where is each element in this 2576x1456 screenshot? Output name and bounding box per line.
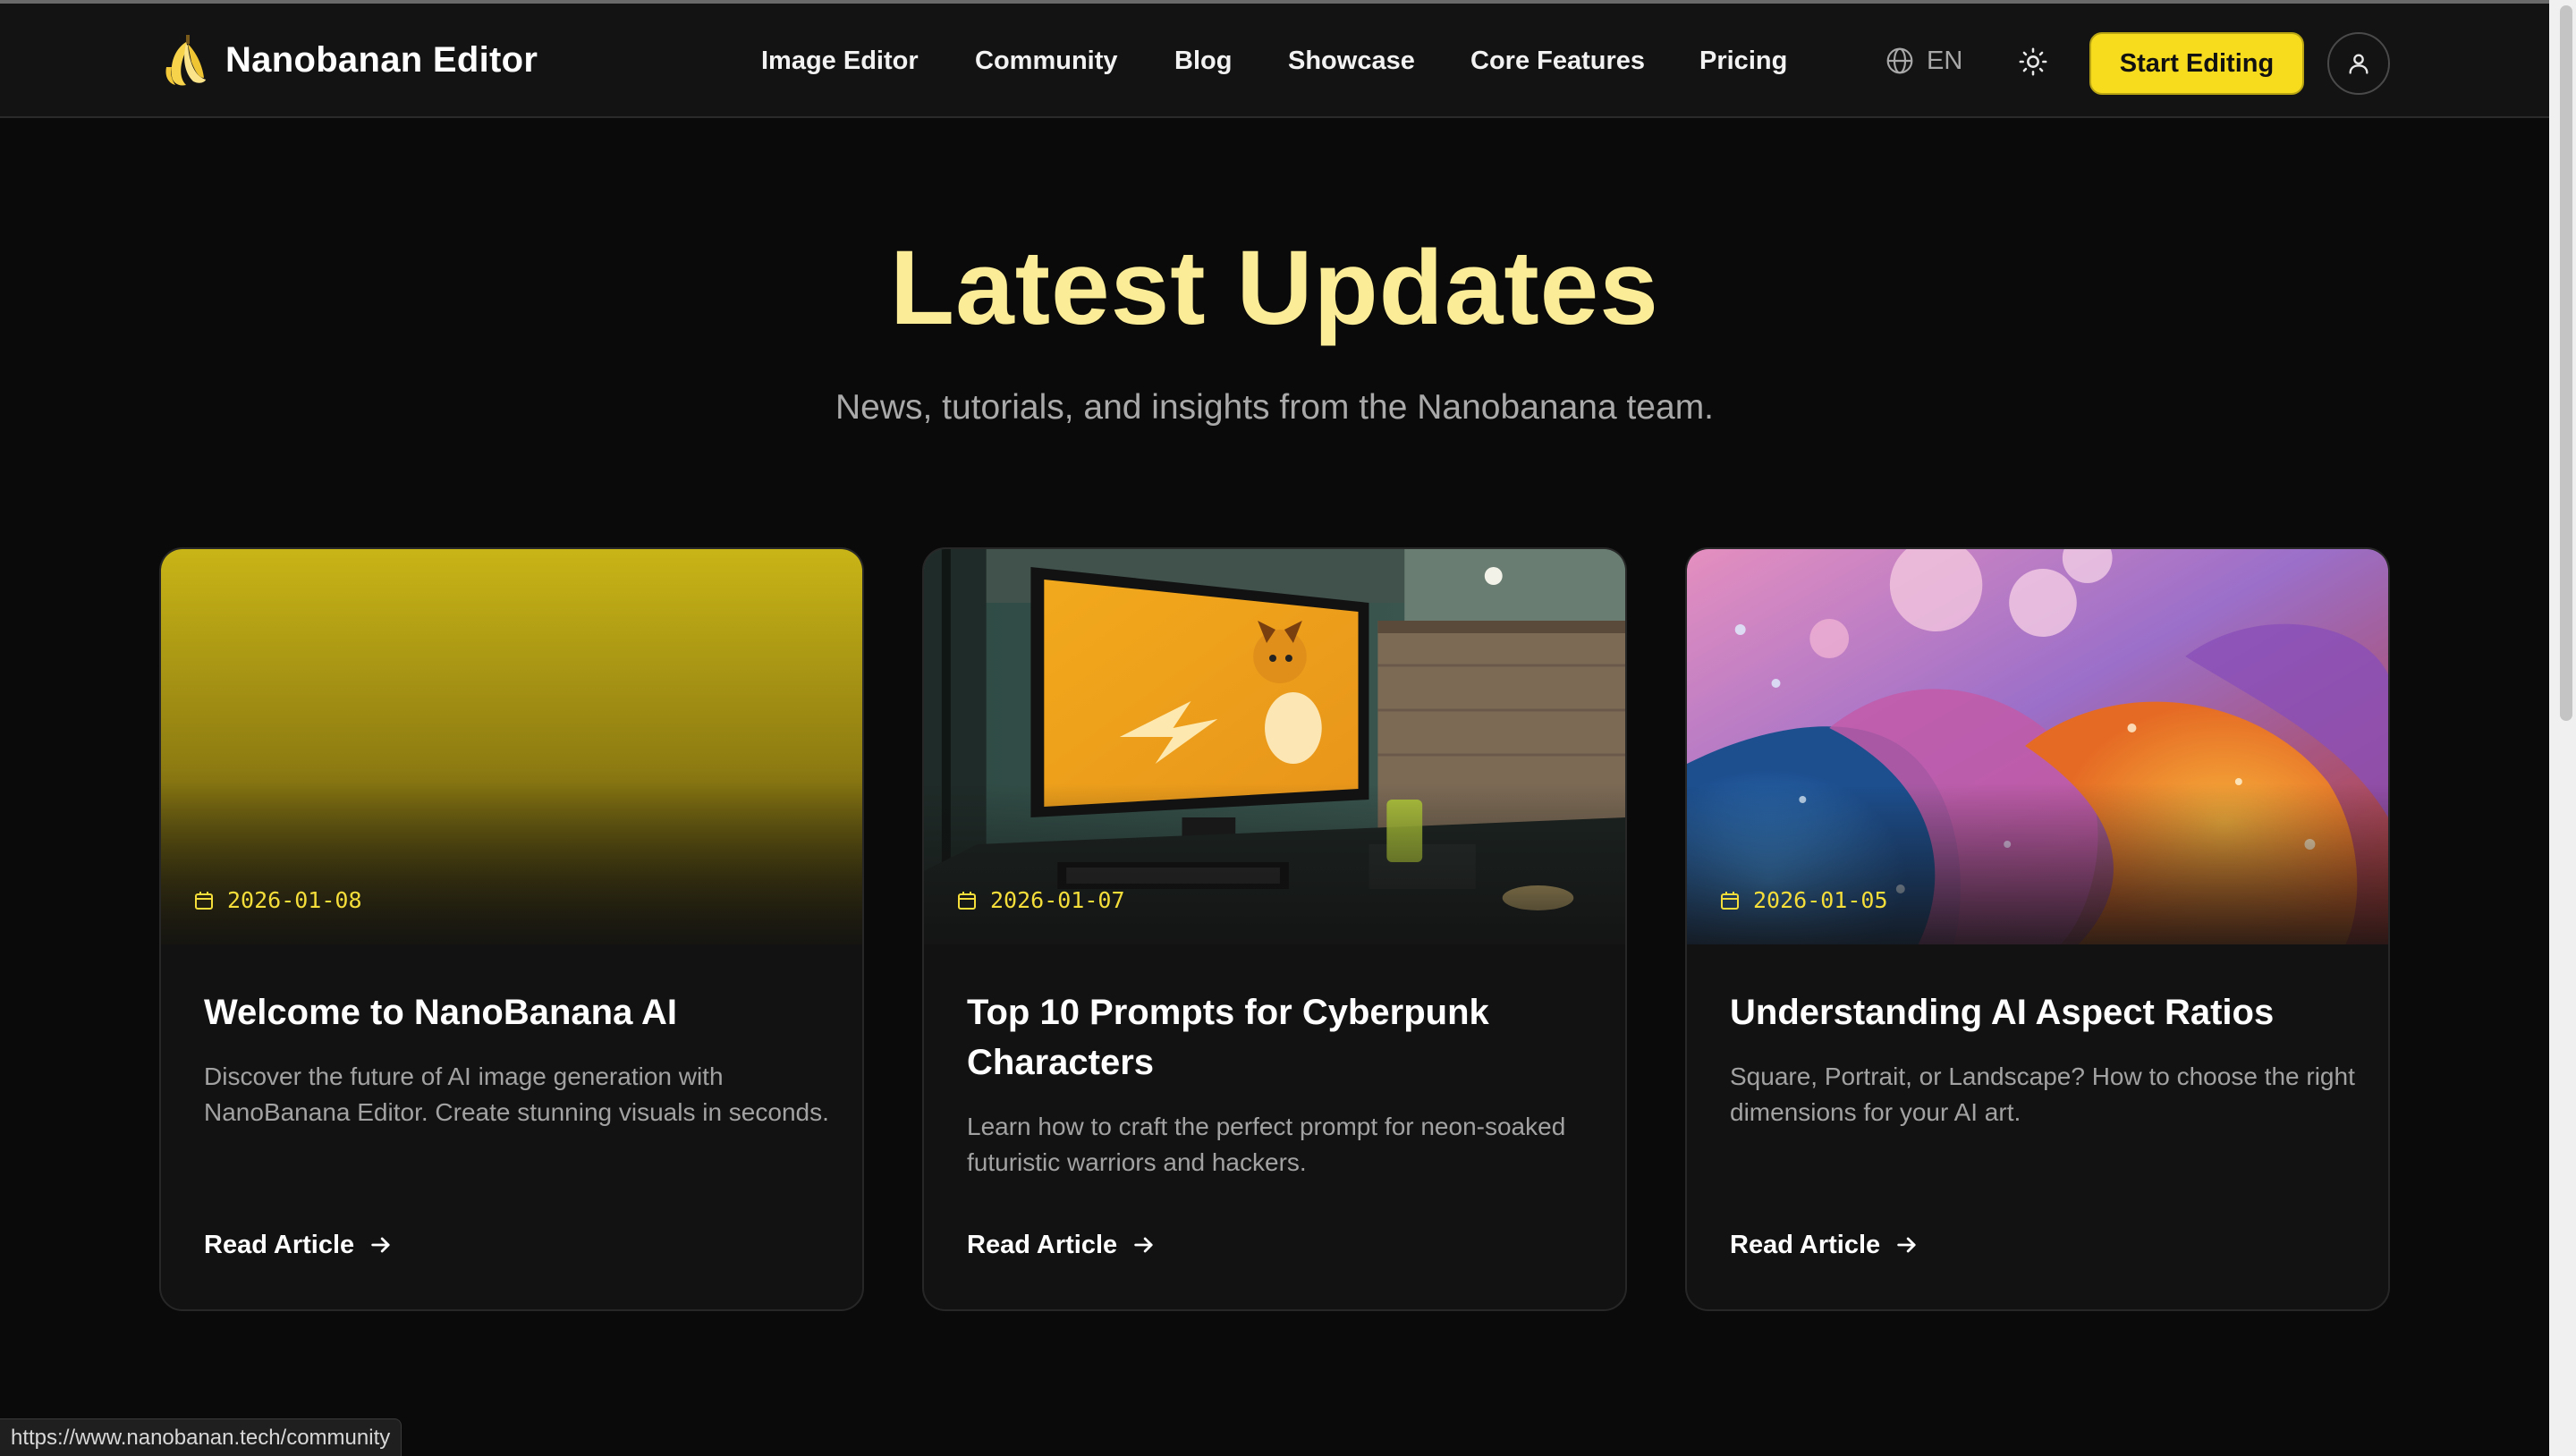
user-icon xyxy=(2349,54,2368,74)
nav-link-pricing[interactable]: Pricing xyxy=(1699,45,1787,77)
calendar-icon xyxy=(958,891,976,910)
nav-link-blog[interactable]: Blog xyxy=(1174,45,1232,77)
read-article-link[interactable]: Read Article xyxy=(967,1227,1157,1263)
read-article-link[interactable]: Read Article xyxy=(1730,1227,1919,1263)
card-cover-image xyxy=(161,549,862,944)
banana-icon xyxy=(165,35,206,86)
globe-icon xyxy=(1886,47,1913,74)
read-article-link[interactable]: Read Article xyxy=(204,1227,394,1263)
blog-card[interactable]: 2026-01-08 Welcome to NanoBanana AI Disc… xyxy=(159,547,864,1311)
post-title[interactable]: Understanding AI Aspect Ratios xyxy=(1730,987,2356,1037)
post-description: Square, Portrait, or Landscape? How to c… xyxy=(1730,1062,2355,1126)
user-account-button[interactable] xyxy=(2327,32,2390,95)
nav-link-community[interactable]: Community xyxy=(975,45,1118,77)
scrollbar-thumb[interactable] xyxy=(2560,5,2572,721)
language-switcher[interactable]: EN xyxy=(1885,45,1962,77)
arrow-right-icon xyxy=(1897,1237,1916,1253)
page: Nanobanan Editor Image Editor Community … xyxy=(0,0,2576,1456)
post-date-text: 2026-01-07 xyxy=(990,887,1125,913)
arrow-right-icon xyxy=(1134,1237,1153,1253)
post-title[interactable]: Welcome to NanoBanana AI xyxy=(204,987,830,1037)
card-cover-image xyxy=(1687,549,2388,944)
nav-link-image-editor[interactable]: Image Editor xyxy=(761,45,919,77)
post-date: 2026-01-07 xyxy=(956,887,1125,913)
read-article-label: Read Article xyxy=(204,1230,355,1259)
read-article-label: Read Article xyxy=(967,1230,1118,1259)
brand-name: Nanobanan Editor xyxy=(225,39,538,80)
post-date-text: 2026-01-08 xyxy=(227,887,362,913)
blog-card[interactable]: 2026-01-07 Top 10 Prompts for Cyberpunk … xyxy=(922,547,1627,1311)
language-label: EN xyxy=(1927,46,1963,75)
card-cover-image xyxy=(924,549,1625,944)
brand-logo[interactable]: Nanobanan Editor xyxy=(159,30,538,89)
page-subtitle: News, tutorials, and insights from the N… xyxy=(835,388,1715,427)
post-date-text: 2026-01-05 xyxy=(1753,887,1888,913)
post-description: Discover the future of AI image generati… xyxy=(204,1062,829,1126)
start-editing-button[interactable]: Start Editing xyxy=(2089,32,2304,95)
blog-card[interactable]: 2026-01-05 Understanding AI Aspect Ratio… xyxy=(1685,547,2390,1311)
arrow-right-icon xyxy=(371,1237,390,1253)
sun-icon xyxy=(2019,47,2047,76)
post-date: 2026-01-05 xyxy=(1719,887,1888,913)
status-bar-url: https://www.nanobanan.tech/community xyxy=(0,1418,402,1456)
post-title[interactable]: Top 10 Prompts for Cyberpunk Characters xyxy=(967,987,1593,1088)
theme-toggle-button[interactable] xyxy=(2018,47,2048,77)
calendar-icon xyxy=(195,891,213,910)
page-title: Latest Updates xyxy=(890,229,1659,347)
nav-link-core-features[interactable]: Core Features xyxy=(1470,45,1645,77)
navbar: Nanobanan Editor Image Editor Community … xyxy=(0,4,2549,118)
calendar-icon xyxy=(1721,891,1739,910)
post-description: Learn how to craft the perfect prompt fo… xyxy=(967,1113,1566,1176)
read-article-label: Read Article xyxy=(1730,1230,1881,1259)
nav-link-showcase[interactable]: Showcase xyxy=(1288,45,1415,77)
post-date: 2026-01-08 xyxy=(193,887,362,913)
